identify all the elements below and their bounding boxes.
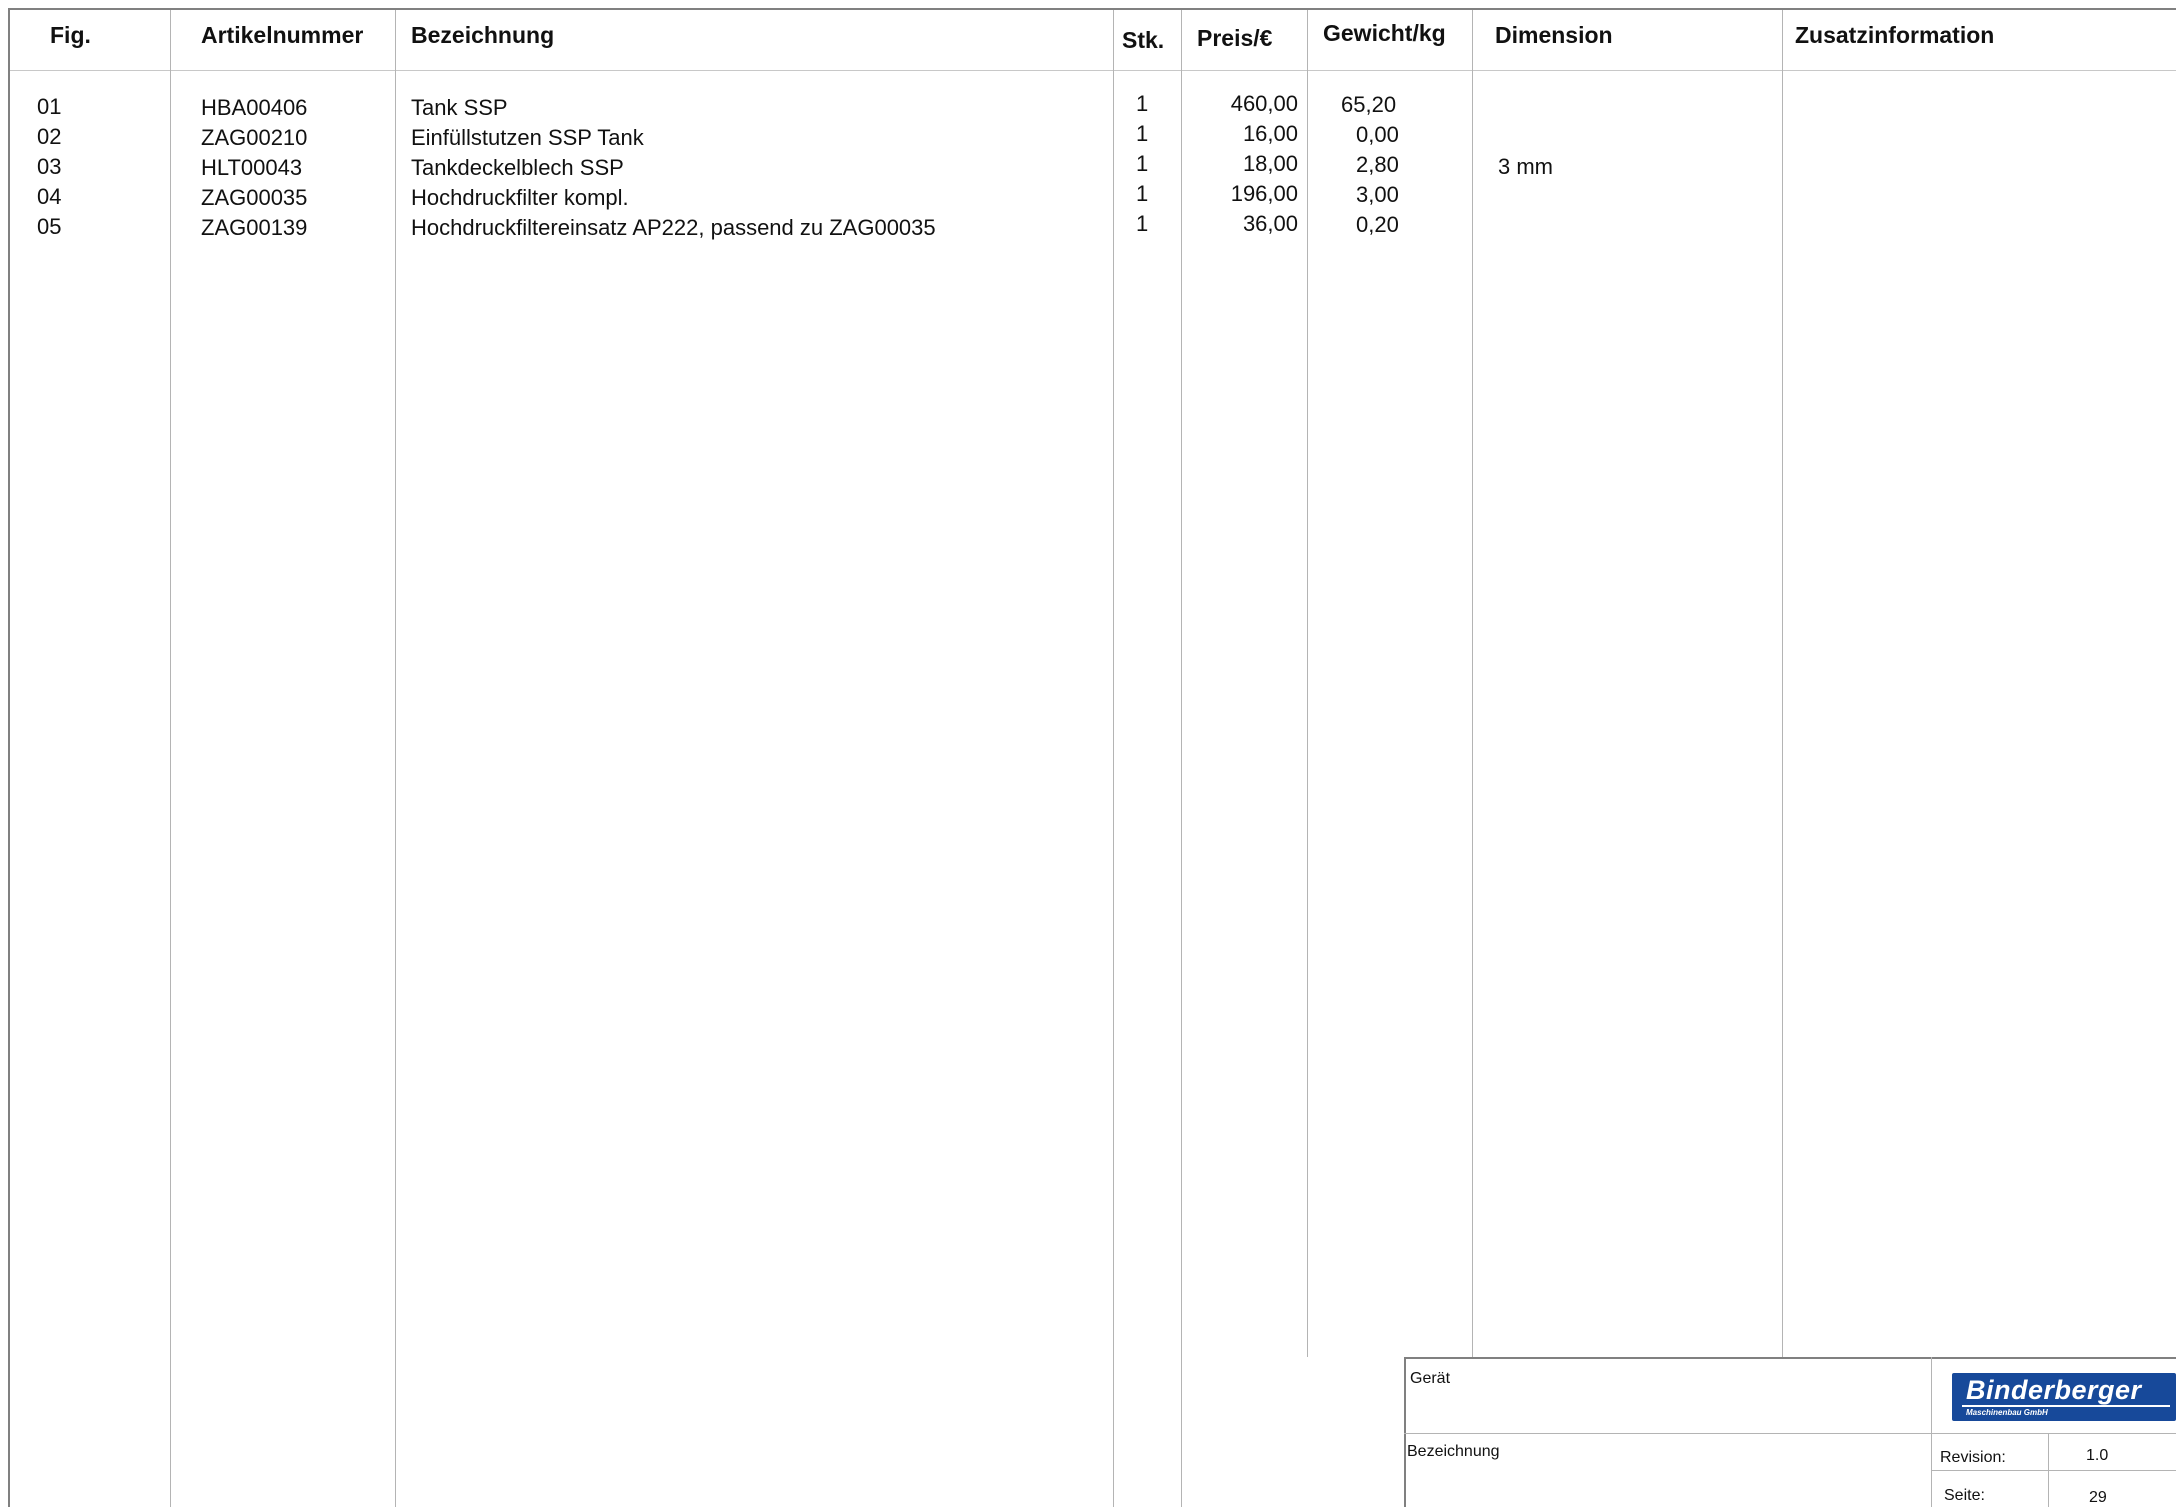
cell-artikelnummer: ZAG00139 [201,215,308,240]
logo-subtitle: Maschinenbau GmbH [1966,1408,2048,1417]
header-zusatzinformation: Zusatzinformation [1795,22,1995,48]
bezeichnung-label: Bezeichnung [1407,1443,1500,1460]
cell-stk: 1 [1136,91,1149,116]
cell-gewicht: 0,00 [1356,122,1399,147]
cell-gewicht: 0,20 [1356,212,1399,237]
cell-fig: 02 [37,124,62,149]
cell-preis: 36,00 [1242,211,1298,236]
cell-gewicht: 2,80 [1356,152,1399,177]
title-block-divider [1404,1433,2176,1434]
column-divider [1181,10,1182,1507]
title-block-top-border [1404,1357,2176,1359]
frame-left-border [8,8,10,1507]
cell-bezeichnung: Einfüllstutzen SSP Tank [411,125,644,150]
title-block-divider [1931,1357,1932,1507]
header-gewicht: Gewicht/kg [1323,20,1446,46]
revision-value: 1.0 [2086,1447,2109,1464]
cell-fig: 05 [37,214,62,239]
cell-preis: 16,00 [1242,121,1298,146]
cell-stk: 1 [1136,121,1149,146]
header-dimension: Dimension [1495,22,1613,48]
cell-fig: 01 [37,94,62,119]
cell-preis: 460,00 [1230,91,1298,116]
header-fig: Fig. [50,22,91,48]
header-preis: Preis/€ [1197,25,1273,51]
header-stk: Stk. [1122,27,1165,53]
cell-stk: 1 [1136,181,1149,206]
column-divider [170,10,171,1507]
column-divider [1472,10,1473,1357]
column-divider [395,10,396,1507]
cell-gewicht: 65,20 [1341,92,1397,117]
binderberger-logo: Binderberger Maschinenbau GmbH [1952,1373,2176,1421]
cell-preis: 196,00 [1230,181,1298,206]
title-block: Gerät Bezeichnung Revision: 1.0 Seite: 2… [1404,1357,2176,1507]
header-artikelnummer: Artikelnummer [201,22,364,48]
logo-underline [1962,1405,2170,1407]
cell-artikelnummer: ZAG00035 [201,185,308,210]
header-bezeichnung: Bezeichnung [411,22,555,48]
cell-bezeichnung: Hochdruckfiltereinsatz AP222, passend zu… [411,215,936,240]
revision-label: Revision: [1940,1449,2006,1466]
title-block-left-border [1404,1357,1406,1507]
cell-stk: 1 [1136,211,1149,236]
cell-artikelnummer: HLT00043 [201,155,303,180]
cell-dimension: 3 mm [1498,154,1553,179]
cell-fig: 03 [37,154,62,179]
cell-fig: 04 [37,184,62,209]
column-divider [1782,10,1783,1357]
logo-name: Binderberger [1966,1375,2142,1405]
cell-artikelnummer: HBA00406 [201,95,308,120]
title-block-divider [1931,1470,2176,1471]
parts-list-sheet: Fig. Artikelnummer Bezeichnung Stk. Prei… [0,0,2176,1507]
cell-preis: 18,00 [1242,151,1298,176]
column-divider [1307,10,1308,1357]
seite-value: 29 [2089,1489,2107,1506]
seite-label: Seite: [1944,1487,1985,1504]
header-divider [10,70,2176,71]
cell-gewicht: 3,00 [1356,182,1399,207]
cell-bezeichnung: Tankdeckelblech SSP [411,155,624,180]
column-divider [1113,10,1114,1507]
frame-top-border [8,8,2176,10]
cell-bezeichnung: Hochdruckfilter kompl. [411,185,629,210]
geraet-label: Gerät [1410,1370,1451,1387]
cell-bezeichnung: Tank SSP [411,95,508,120]
cell-stk: 1 [1136,151,1149,176]
cell-artikelnummer: ZAG00210 [201,125,308,150]
